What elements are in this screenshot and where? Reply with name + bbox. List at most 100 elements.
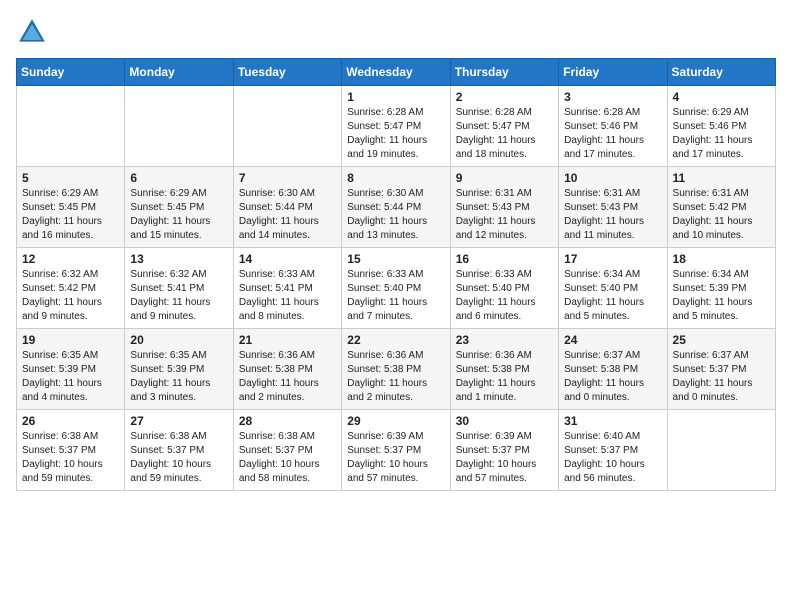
day-number: 29 (347, 414, 444, 428)
day-info: Sunrise: 6:28 AM Sunset: 5:47 PM Dayligh… (456, 106, 553, 162)
day-number: 11 (673, 171, 770, 185)
day-number: 15 (347, 252, 444, 266)
day-number: 5 (22, 171, 119, 185)
day-cell: 6Sunrise: 6:29 AM Sunset: 5:45 PM Daylig… (125, 167, 233, 248)
day-info: Sunrise: 6:30 AM Sunset: 5:44 PM Dayligh… (239, 187, 336, 243)
day-info: Sunrise: 6:31 AM Sunset: 5:42 PM Dayligh… (673, 187, 770, 243)
day-number: 2 (456, 90, 553, 104)
day-info: Sunrise: 6:36 AM Sunset: 5:38 PM Dayligh… (347, 349, 444, 405)
day-number: 18 (673, 252, 770, 266)
day-info: Sunrise: 6:30 AM Sunset: 5:44 PM Dayligh… (347, 187, 444, 243)
day-cell: 18 Sunrise: 6:34 AM Sunset: 5:39 PM Dayli… (667, 248, 775, 329)
day-number: 13 (130, 252, 227, 266)
day-number: 14 (239, 252, 336, 266)
day-info: Sunrise: 6:37 AM Sunset: 5:37 PM Dayligh… (673, 349, 770, 405)
day-info: Sunrise: 6:31 AM Sunset: 5:43 PM Dayligh… (564, 187, 661, 243)
week-row-1: 1 Sunrise: 6:28 AM Sunset: 5:47 PM Daylig… (17, 86, 776, 167)
header-cell-tuesday: Tuesday (233, 59, 341, 86)
day-info: Sunrise: 6:28 AM Sunset: 5:46 PM Dayligh… (564, 106, 661, 162)
day-cell: 12 Sunrise: 6:32 AM Sunset: 5:42 PM Dayli… (17, 248, 125, 329)
day-info: Sunrise: 6:36 AM Sunset: 5:38 PM Dayligh… (456, 349, 553, 405)
day-number: 19 (22, 333, 119, 347)
day-number: 7 (239, 171, 336, 185)
header-cell-friday: Friday (559, 59, 667, 86)
day-cell: 1Sunrise: 6:28 AM Sunset: 5:47 PM Daylig… (342, 86, 450, 167)
day-number: 26 (22, 414, 119, 428)
day-number: 30 (456, 414, 553, 428)
page-header (16, 16, 776, 48)
day-cell: 21Sunrise: 6:36 AM Sunset: 5:38 PM Dayli… (233, 329, 341, 410)
day-number: 23 (456, 333, 553, 347)
day-cell (17, 86, 125, 167)
logo-icon (16, 16, 48, 48)
day-cell (233, 86, 341, 167)
day-cell: 14 Sunrise: 6:33 AM Sunset: 5:41 PM Dayli… (233, 248, 341, 329)
day-info: Sunrise: 6:39 AM Sunset: 5:37 PM Dayligh… (456, 430, 553, 486)
day-number: 24 (564, 333, 661, 347)
day-cell: 30 Sunrise: 6:39 AM Sunset: 5:37 PM Dayli… (450, 410, 558, 491)
week-row-3: 12 Sunrise: 6:32 AM Sunset: 5:42 PM Dayli… (17, 248, 776, 329)
day-info: Sunrise: 6:32 AM Sunset: 5:41 PM Dayligh… (130, 268, 227, 324)
header-cell-monday: Monday (125, 59, 233, 86)
header-cell-wednesday: Wednesday (342, 59, 450, 86)
day-cell: 2 Sunrise: 6:28 AM Sunset: 5:47 PM Daylig… (450, 86, 558, 167)
day-number: 12 (22, 252, 119, 266)
day-number: 17 (564, 252, 661, 266)
day-cell: 5 Sunrise: 6:29 AM Sunset: 5:45 PM Daylig… (17, 167, 125, 248)
day-cell: 17 Sunrise: 6:34 AM Sunset: 5:40 PM Dayli… (559, 248, 667, 329)
day-number: 4 (673, 90, 770, 104)
day-cell (125, 86, 233, 167)
day-info: Sunrise: 6:34 AM Sunset: 5:40 PM Dayligh… (564, 268, 661, 324)
day-info: Sunrise: 6:32 AM Sunset: 5:42 PM Dayligh… (22, 268, 119, 324)
day-cell: 31 Sunrise: 6:40 AM Sunset: 5:37 PM Dayli… (559, 410, 667, 491)
day-info: Sunrise: 6:33 AM Sunset: 5:41 PM Dayligh… (239, 268, 336, 324)
day-cell: 20 Sunrise: 6:35 AM Sunset: 5:39 PM Dayli… (125, 329, 233, 410)
day-cell: 19Sunrise: 6:35 AM Sunset: 5:39 PM Dayli… (17, 329, 125, 410)
day-info: Sunrise: 6:34 AM Sunset: 5:39 PM Dayligh… (673, 268, 770, 324)
day-number: 25 (673, 333, 770, 347)
day-cell: 9 Sunrise: 6:31 AM Sunset: 5:43 PM Daylig… (450, 167, 558, 248)
day-number: 16 (456, 252, 553, 266)
day-cell: 13 Sunrise: 6:32 AM Sunset: 5:41 PM Dayli… (125, 248, 233, 329)
week-row-4: 19 Sunrise: 6:35 AM Sunset: 5:39 PM Dayli… (17, 329, 776, 410)
day-cell: 15 Sunrise: 6:33 AM Sunset: 5:40 PM Dayli… (342, 248, 450, 329)
day-cell: 29Sunrise: 6:39 AM Sunset: 5:37 PM Dayli… (342, 410, 450, 491)
header-row: SundayMondayTuesdayWednesdayThursdayFrid… (17, 59, 776, 86)
day-cell: 24 Sunrise: 6:37 AM Sunset: 5:38 PM Dayli… (559, 329, 667, 410)
day-info: Sunrise: 6:38 AM Sunset: 5:37 PM Dayligh… (130, 430, 227, 486)
day-info: Sunrise: 6:29 AM Sunset: 5:45 PM Dayligh… (22, 187, 119, 243)
day-cell: 26 Sunrise: 6:38 AM Sunset: 5:37 PM Dayli… (17, 410, 125, 491)
day-info: Sunrise: 6:38 AM Sunset: 5:37 PM Dayligh… (22, 430, 119, 486)
day-cell: 7 Sunrise: 6:30 AM Sunset: 5:44 PM Daylig… (233, 167, 341, 248)
day-info: Sunrise: 6:37 AM Sunset: 5:38 PM Dayligh… (564, 349, 661, 405)
day-cell: 4 Sunrise: 6:29 AM Sunset: 5:46 PM Daylig… (667, 86, 775, 167)
day-number: 22 (347, 333, 444, 347)
header-cell-sunday: Sunday (17, 59, 125, 86)
day-info: Sunrise: 6:29 AM Sunset: 5:45 PM Dayligh… (130, 187, 227, 243)
day-number: 20 (130, 333, 227, 347)
day-number: 21 (239, 333, 336, 347)
day-cell: 8 Sunrise: 6:30 AM Sunset: 5:44 PM Daylig… (342, 167, 450, 248)
day-info: Sunrise: 6:31 AM Sunset: 5:43 PM Dayligh… (456, 187, 553, 243)
day-number: 10 (564, 171, 661, 185)
day-number: 31 (564, 414, 661, 428)
day-cell: 27 Sunrise: 6:38 AM Sunset: 5:37 PM Dayli… (125, 410, 233, 491)
day-info: Sunrise: 6:29 AM Sunset: 5:46 PM Dayligh… (673, 106, 770, 162)
day-number: 8 (347, 171, 444, 185)
day-cell: 25 Sunrise: 6:37 AM Sunset: 5:37 PM Dayli… (667, 329, 775, 410)
day-info: Sunrise: 6:33 AM Sunset: 5:40 PM Dayligh… (347, 268, 444, 324)
calendar-body: 1 Sunrise: 6:28 AM Sunset: 5:47 PM Daylig… (17, 86, 776, 491)
week-row-5: 26 Sunrise: 6:38 AM Sunset: 5:37 PM Dayli… (17, 410, 776, 491)
day-number: 9 (456, 171, 553, 185)
day-info: Sunrise: 6:33 AM Sunset: 5:40 PM Dayligh… (456, 268, 553, 324)
day-cell: 3Sunrise: 6:28 AM Sunset: 5:46 PM Daylig… (559, 86, 667, 167)
day-cell: 10 Sunrise: 6:31 AM Sunset: 5:43 PM Dayli… (559, 167, 667, 248)
day-number: 1 (347, 90, 444, 104)
day-cell: 22 Sunrise: 6:36 AM Sunset: 5:38 PM Dayli… (342, 329, 450, 410)
day-number: 27 (130, 414, 227, 428)
day-info: Sunrise: 6:35 AM Sunset: 5:39 PM Dayligh… (130, 349, 227, 405)
header-cell-saturday: Saturday (667, 59, 775, 86)
day-cell: 28Sunrise: 6:38 AM Sunset: 5:37 PM Dayli… (233, 410, 341, 491)
header-cell-thursday: Thursday (450, 59, 558, 86)
day-info: Sunrise: 6:40 AM Sunset: 5:37 PM Dayligh… (564, 430, 661, 486)
